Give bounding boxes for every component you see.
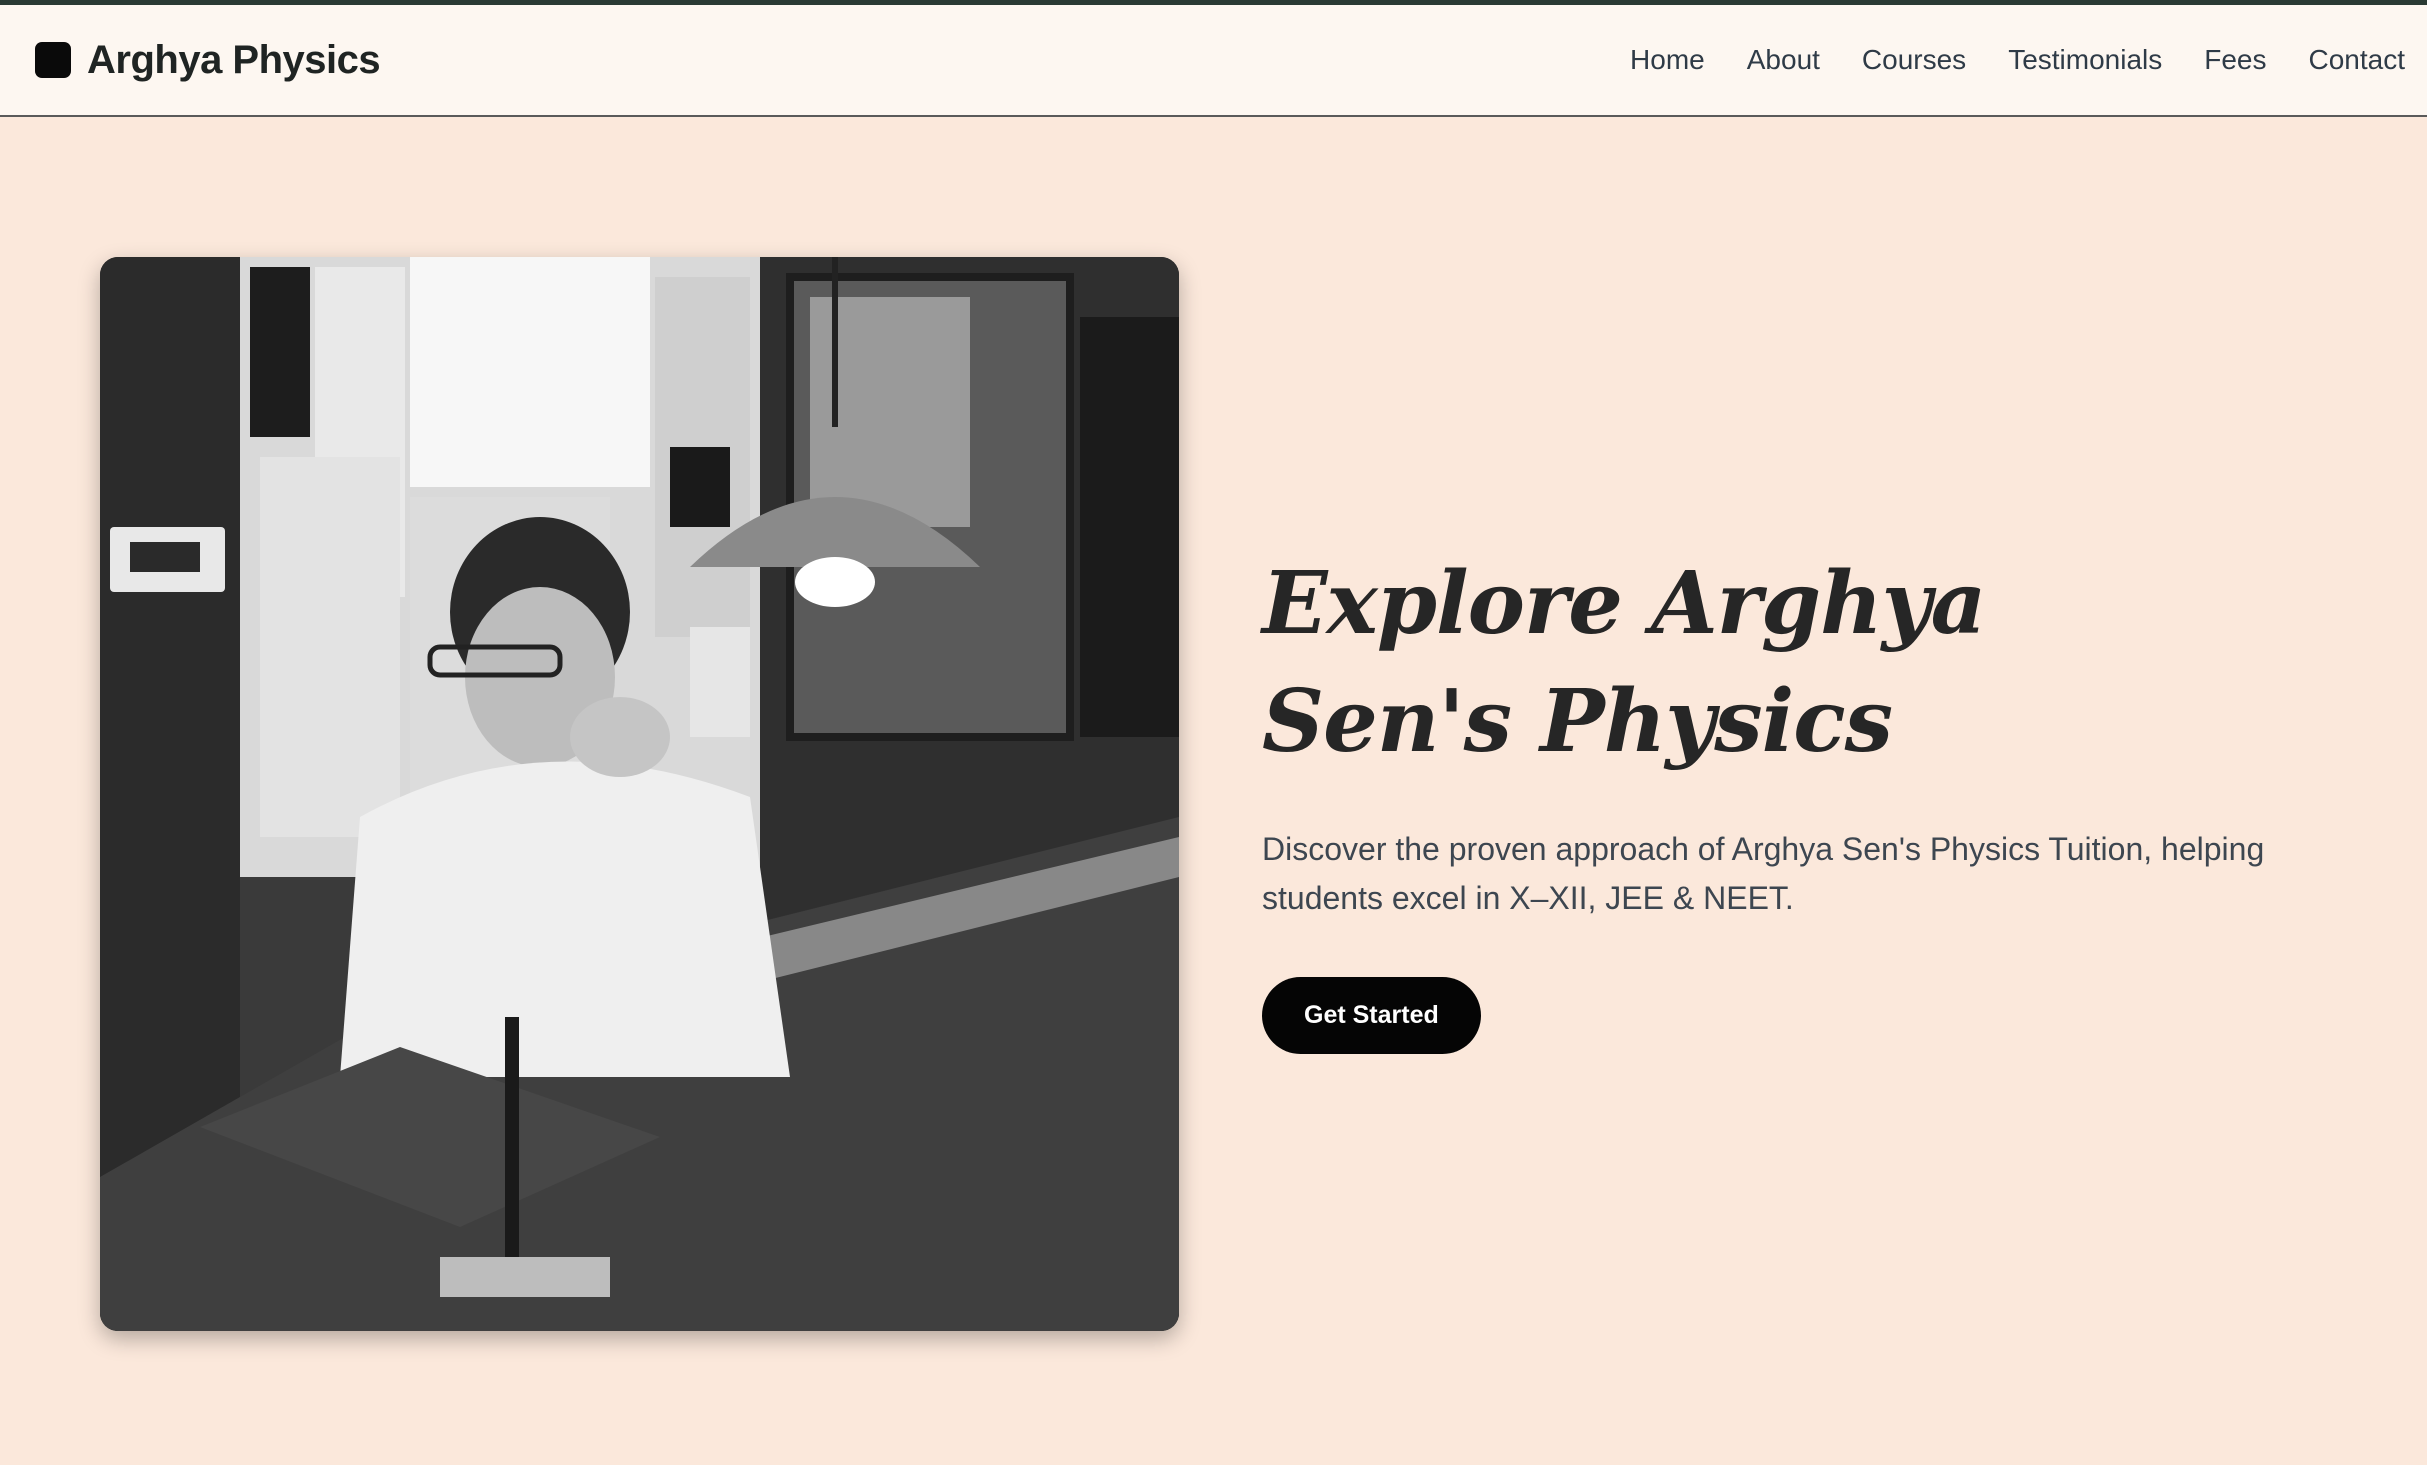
- brand-logo[interactable]: Arghya Physics: [35, 37, 381, 83]
- hero-description: Discover the proven approach of Arghya S…: [1262, 831, 2265, 916]
- nav-testimonials[interactable]: Testimonials: [2008, 44, 2162, 76]
- nav-home[interactable]: Home: [1630, 44, 1705, 76]
- main-nav: Home About Courses Testimonials Fees Con…: [1630, 44, 2405, 76]
- hero-text-block: Explore Arghya Sen's Physics Discover th…: [1262, 545, 2302, 1054]
- hero-title-line-1: Explore Arghya: [1262, 553, 1986, 654]
- get-started-button[interactable]: Get Started: [1262, 977, 1481, 1054]
- nav-contact[interactable]: Contact: [2309, 44, 2406, 76]
- logo-icon: [35, 42, 71, 78]
- site-header: Arghya Physics Home About Courses Testim…: [0, 5, 2427, 117]
- hero-title: Explore Arghya Sen's Physics: [1262, 545, 2022, 781]
- brand-name: Arghya Physics: [87, 37, 381, 82]
- nav-courses[interactable]: Courses: [1862, 44, 1966, 76]
- nav-about[interactable]: About: [1747, 44, 1820, 76]
- hero-photo: [100, 257, 1179, 1331]
- hero-title-line-2: Sen's Physics: [1262, 671, 1893, 772]
- teacher-photo-illustration: [100, 257, 1179, 1331]
- nav-fees[interactable]: Fees: [2204, 44, 2266, 76]
